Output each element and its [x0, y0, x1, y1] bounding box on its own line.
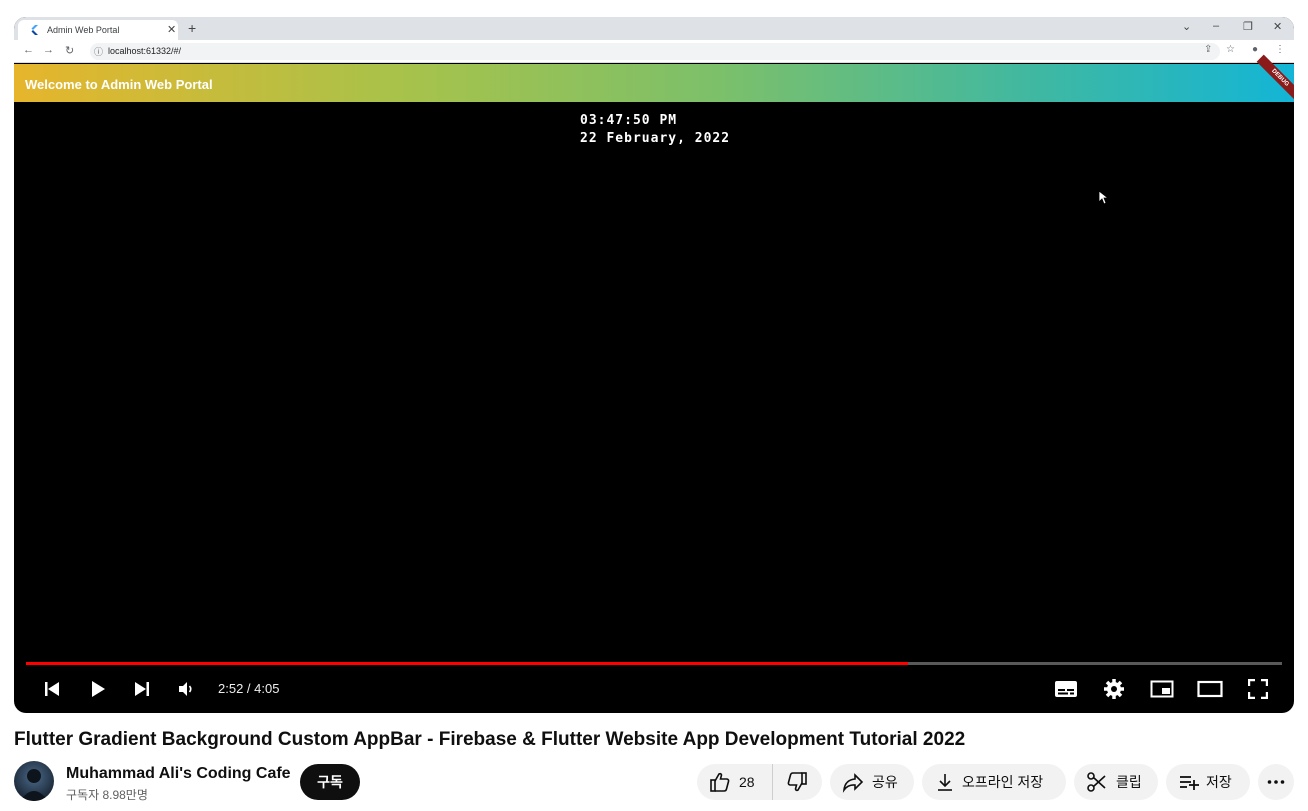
- progress-bar[interactable]: [26, 662, 1282, 665]
- browser-tabstrip: Admin Web Portal ✕ + ⌄ – ❐ ✕: [14, 17, 1294, 40]
- fullscreen-icon[interactable]: [1244, 677, 1272, 701]
- back-icon[interactable]: ←: [23, 44, 34, 56]
- share-icon: [842, 773, 864, 793]
- time-display: 2:52 / 4:05: [218, 681, 280, 696]
- tab-search-icon[interactable]: ⌄: [1182, 20, 1191, 33]
- like-button[interactable]: 28: [697, 764, 773, 800]
- channel-name[interactable]: Muhammad Ali's Coding Cafe: [66, 765, 291, 783]
- reload-icon[interactable]: ↻: [65, 44, 74, 57]
- like-count: 28: [739, 774, 755, 790]
- share-label: 공유: [872, 774, 898, 790]
- save-label: 저장: [1206, 774, 1232, 790]
- flutter-icon: [31, 25, 38, 35]
- more-icon: [1267, 780, 1285, 784]
- site-info-icon[interactable]: ⓘ: [94, 45, 103, 58]
- dislike-button[interactable]: [773, 764, 821, 800]
- clock-date: 22 February, 2022: [580, 131, 731, 146]
- bookmark-star-icon[interactable]: ☆: [1226, 44, 1235, 55]
- theater-icon[interactable]: [1196, 677, 1224, 701]
- clip-label: 클립: [1116, 774, 1142, 790]
- download-label: 오프라인 저장: [962, 774, 1044, 790]
- save-button[interactable]: 저장: [1166, 764, 1250, 800]
- previous-icon[interactable]: [38, 677, 66, 701]
- new-tab-button[interactable]: +: [188, 21, 196, 35]
- tab-title: Admin Web Portal: [47, 25, 120, 35]
- mouse-cursor-icon: [1099, 191, 1109, 205]
- clock-time: 03:47:50 PM: [580, 113, 678, 128]
- close-window-icon[interactable]: ✕: [1273, 20, 1282, 33]
- scissors-icon: [1087, 772, 1106, 792]
- channel-avatar[interactable]: [14, 761, 54, 801]
- forward-icon[interactable]: →: [43, 44, 54, 56]
- url-text: localhost:61332/#/: [108, 46, 182, 56]
- next-icon[interactable]: [128, 677, 156, 701]
- browser-toolbar: ← → ↻ ⓘ localhost:61332/#/ ⇪ ☆ ● ⋮: [14, 40, 1294, 63]
- miniplayer-icon[interactable]: [1148, 677, 1176, 701]
- subscriber-count: 구독자 8.98만명: [66, 788, 148, 802]
- subscribe-button[interactable]: 구독: [300, 764, 360, 800]
- download-icon: [938, 774, 952, 791]
- minimize-icon[interactable]: –: [1213, 20, 1219, 32]
- browser-menu-icon[interactable]: ⋮: [1275, 44, 1285, 55]
- address-bar[interactable]: ⓘ localhost:61332/#/: [90, 43, 1220, 60]
- thumbs-down-icon: [787, 772, 807, 792]
- video-player[interactable]: Admin Web Portal ✕ + ⌄ – ❐ ✕ ← → ↻ ⓘ loc…: [14, 17, 1294, 713]
- clip-button[interactable]: 클립: [1074, 764, 1158, 800]
- add-to-playlist-icon: [1180, 776, 1199, 790]
- browser-tab[interactable]: Admin Web Portal ✕: [18, 20, 178, 40]
- subtitles-icon[interactable]: [1052, 677, 1080, 701]
- profile-icon[interactable]: ●: [1252, 44, 1258, 55]
- restore-icon[interactable]: ❐: [1243, 20, 1253, 33]
- play-icon[interactable]: [84, 677, 112, 701]
- more-actions-button[interactable]: [1258, 764, 1294, 800]
- like-dislike-group: 28: [697, 764, 822, 800]
- thumbs-up-icon: [710, 772, 730, 792]
- volume-icon[interactable]: [172, 677, 200, 701]
- app-bar-title: Welcome to Admin Web Portal: [25, 77, 213, 92]
- app-bar: Welcome to Admin Web Portal DEBUG: [14, 54, 1294, 102]
- video-title: Flutter Gradient Background Custom AppBa…: [14, 729, 966, 750]
- settings-icon[interactable]: [1100, 677, 1128, 701]
- progress-fill: [26, 662, 908, 665]
- share-page-icon[interactable]: ⇪: [1204, 44, 1212, 55]
- share-button[interactable]: 공유: [830, 764, 914, 800]
- download-button[interactable]: 오프라인 저장: [922, 764, 1066, 800]
- tab-close-icon[interactable]: ✕: [167, 23, 176, 36]
